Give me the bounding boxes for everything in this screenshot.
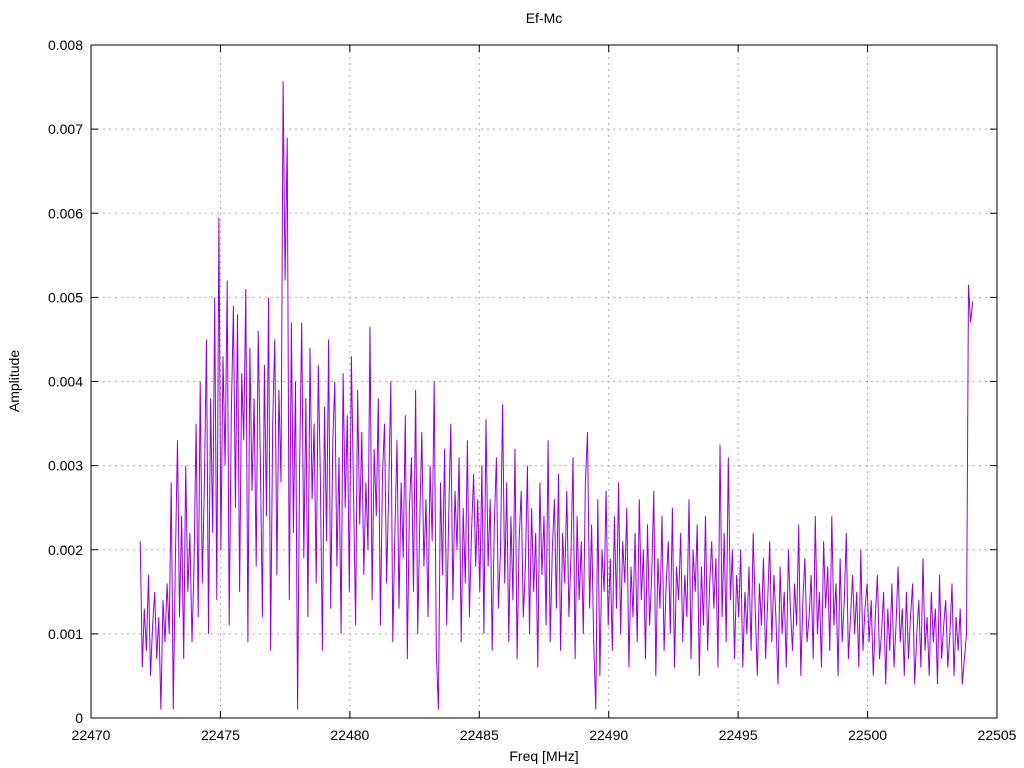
plot-border: [90, 44, 998, 719]
y-tick-label: 0.004: [48, 374, 83, 390]
y-tick-label: 0.002: [48, 542, 83, 558]
plot-canvas: 22470 22475 22480 22485 22490 22495 22500 22505…: [48, 37, 1017, 743]
chart-container: Ef-Mc Amplitude Freq [MHz] 22470 22475 224…: [0, 0, 1024, 768]
x-tick-label: 22485: [460, 727, 499, 743]
x-tick-label: 22500: [848, 727, 887, 743]
x-tick-label: 22475: [201, 727, 240, 743]
x-tick-label: 22505: [978, 727, 1017, 743]
y-tick-label: 0: [75, 710, 83, 726]
x-tick-label: 22470: [72, 727, 111, 743]
x-tick-label: 22495: [719, 727, 758, 743]
x-tick-label: 22480: [330, 727, 369, 743]
y-tick-label: 0.001: [48, 626, 83, 642]
y-tick-label: 0.006: [48, 205, 83, 221]
y-tick-label: 0.003: [48, 458, 83, 474]
spectrum-trace: [139, 81, 974, 710]
y-tick-label: 0.008: [48, 37, 83, 53]
x-tick-label: 22490: [589, 727, 628, 743]
y-tick-label: 0.005: [48, 289, 83, 305]
y-tick-label: 0.007: [48, 121, 83, 137]
